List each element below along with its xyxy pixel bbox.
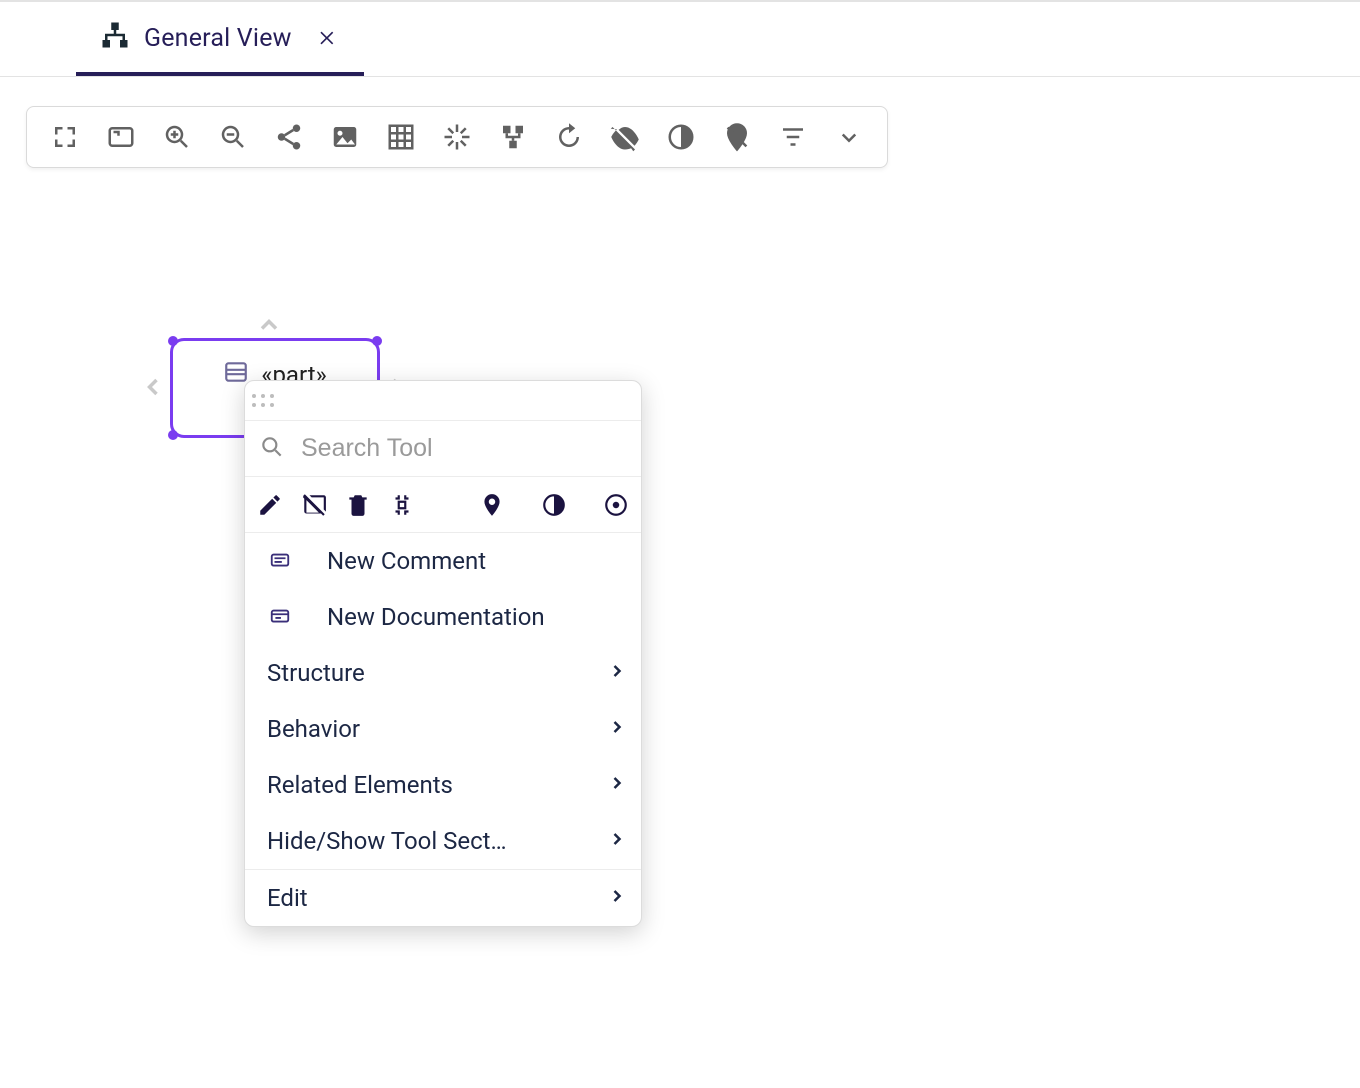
resize-handle[interactable] — [372, 336, 382, 346]
location-icon[interactable] — [479, 490, 505, 520]
delete-icon[interactable] — [345, 490, 371, 520]
menu-new-documentation[interactable]: New Documentation — [245, 589, 641, 645]
grid-icon[interactable] — [373, 109, 429, 165]
chevron-right-icon — [607, 771, 627, 799]
image-off-icon[interactable] — [301, 490, 327, 520]
chevron-right-icon — [607, 827, 627, 855]
contrast-icon[interactable] — [541, 490, 567, 520]
menu-label: Hide/Show Tool Sect… — [267, 827, 607, 855]
context-tool-panel: New Comment New Documentation Structure … — [244, 380, 642, 927]
resize-handle[interactable] — [168, 336, 178, 346]
context-menu: New Comment New Documentation Structure … — [245, 533, 641, 926]
chevron-up-icon[interactable] — [252, 308, 286, 342]
search-icon — [259, 434, 285, 464]
tree-icon[interactable] — [485, 109, 541, 165]
contrast-icon[interactable] — [653, 109, 709, 165]
chevron-right-icon — [607, 659, 627, 687]
zoom-out-icon[interactable] — [205, 109, 261, 165]
filter-icon[interactable] — [765, 109, 821, 165]
menu-hide-show-sections[interactable]: Hide/Show Tool Sect… — [245, 813, 641, 869]
menu-label: Structure — [267, 659, 607, 687]
chevron-right-icon — [607, 715, 627, 743]
hierarchy-icon — [100, 20, 130, 57]
grip-icon — [251, 392, 275, 410]
menu-related-elements[interactable]: Related Elements — [245, 757, 641, 813]
menu-label: Behavior — [267, 715, 607, 743]
visibility-off-icon[interactable] — [597, 109, 653, 165]
drag-handle[interactable] — [245, 381, 641, 421]
fullscreen-icon[interactable] — [37, 109, 93, 165]
snap-icon[interactable] — [429, 109, 485, 165]
fit-to-screen-icon[interactable] — [93, 109, 149, 165]
comment-icon — [267, 550, 307, 572]
zoom-in-icon[interactable] — [149, 109, 205, 165]
tab-bar: General View — [0, 2, 1360, 77]
chevron-down-icon[interactable] — [821, 109, 877, 165]
menu-behavior[interactable]: Behavior — [245, 701, 641, 757]
image-icon[interactable] — [317, 109, 373, 165]
collapse-icon[interactable] — [389, 490, 415, 520]
menu-label: New Comment — [307, 547, 627, 575]
edit-icon[interactable] — [257, 490, 283, 520]
menu-edit[interactable]: Edit — [245, 870, 641, 926]
record-icon[interactable] — [603, 490, 629, 520]
close-icon[interactable] — [316, 26, 340, 50]
tab-title: General View — [144, 24, 292, 53]
menu-new-comment[interactable]: New Comment — [245, 533, 641, 589]
chevron-right-icon — [607, 884, 627, 912]
share-icon[interactable] — [261, 109, 317, 165]
quick-actions — [245, 477, 641, 533]
menu-label: Related Elements — [267, 771, 607, 799]
search-input[interactable] — [299, 433, 627, 464]
menu-label: New Documentation — [307, 603, 627, 631]
redo-icon[interactable] — [541, 109, 597, 165]
menu-label: Edit — [267, 884, 607, 912]
documentation-icon — [267, 606, 307, 628]
search-row — [245, 421, 641, 477]
menu-structure[interactable]: Structure — [245, 645, 641, 701]
diagram-toolbar — [26, 106, 888, 168]
resize-handle[interactable] — [168, 430, 178, 440]
location-off-icon[interactable] — [709, 109, 765, 165]
tab-general-view[interactable]: General View — [76, 4, 364, 76]
chevron-left-icon[interactable] — [136, 370, 170, 404]
